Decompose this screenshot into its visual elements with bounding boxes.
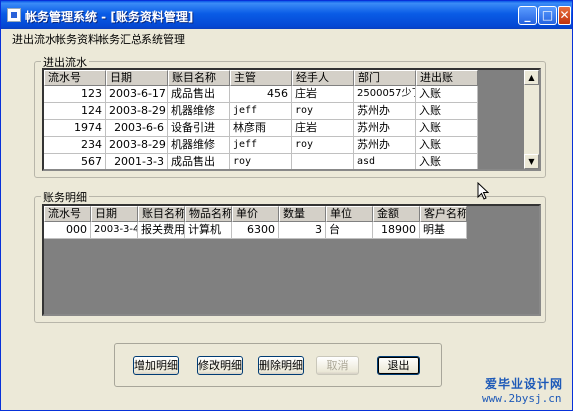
flow-row[interactable]: 123 2003-6-17 成品售出 456 庄岩 2500057少了2k 入账 (44, 86, 478, 103)
window-title: 帐务管理系统 - [账务资料管理] (25, 10, 194, 24)
cell[interactable]: 2003-6-17 (106, 86, 168, 103)
detail-col-header[interactable]: 物品名称 (185, 206, 232, 222)
cell[interactable]: 2500057少了2k (354, 86, 416, 103)
cell[interactable]: 456 (230, 86, 292, 103)
cell[interactable]: 庄岩 (292, 86, 354, 103)
cell[interactable]: 机器维修 (168, 137, 230, 154)
menu-bar: 进出流水 帐务资料 帐务汇总 系统管理 (2, 29, 571, 47)
detail-col-header[interactable]: 日期 (91, 206, 138, 222)
main-window: 帐务管理系统 - [账务资料管理] _ □ ✕ 进出流水 帐务资料 帐务汇总 系… (0, 0, 573, 411)
cell[interactable]: 3 (279, 222, 326, 239)
cancel-button[interactable]: 取消 (316, 356, 359, 375)
cell[interactable]: 000 (44, 222, 91, 239)
watermark-title: 爱毕业设计网 (485, 377, 564, 391)
cell[interactable]: 2003-3-4 (91, 222, 138, 239)
cell[interactable]: 1974 (44, 120, 106, 137)
cell[interactable]: 124 (44, 103, 106, 120)
cell[interactable]: 入账 (416, 154, 478, 169)
cell[interactable]: 苏州办 (354, 137, 416, 154)
detail-grid-header: 流水号 日期 账目名称 物品名称 单价 数量 单位 金额 客户名称 (44, 206, 467, 222)
flow-col-header[interactable]: 主管 (230, 70, 292, 86)
detail-col-header[interactable]: 客户名称 (420, 206, 467, 222)
cell[interactable]: 2003-8-29 (106, 103, 168, 120)
cell[interactable]: 2001-3-3 (106, 154, 168, 169)
cell[interactable]: 林彦雨 (230, 120, 292, 137)
cell[interactable]: roy (292, 137, 354, 154)
cell[interactable]: 入账 (416, 103, 478, 120)
cell[interactable]: 明基 (420, 222, 467, 239)
add-detail-button[interactable]: 增加明细 (133, 356, 179, 375)
cell[interactable]: 123 (44, 86, 106, 103)
cell[interactable]: roy (292, 103, 354, 120)
flow-col-header[interactable]: 部门 (354, 70, 416, 86)
watermark-url: www.2bysj.cn (482, 392, 562, 405)
cell[interactable]: 6300 (232, 222, 279, 239)
title-bar[interactable]: 帐务管理系统 - [账务资料管理] _ □ ✕ (1, 1, 572, 29)
cell[interactable]: 报关费用 (138, 222, 185, 239)
flow-col-header[interactable]: 账目名称 (168, 70, 230, 86)
flow-grid-header: 流水号 日期 账目名称 主管 经手人 部门 进出账 (44, 70, 478, 86)
close-button[interactable]: ✕ (558, 6, 571, 25)
cell[interactable]: 设备引进 (168, 120, 230, 137)
app-icon[interactable] (7, 8, 21, 22)
cell[interactable]: 成品售出 (168, 86, 230, 103)
flow-col-header[interactable]: 日期 (106, 70, 168, 86)
cell[interactable]: jeff (230, 103, 292, 120)
menu-account-data[interactable]: 帐务资料 (55, 31, 99, 47)
detail-col-header[interactable]: 金额 (373, 206, 420, 222)
flow-row[interactable]: 124 2003-8-29 机器维修 jeff roy 苏州办 入账 (44, 103, 478, 120)
detail-col-header[interactable]: 账目名称 (138, 206, 185, 222)
minimize-button[interactable]: _ (518, 6, 537, 25)
flow-grid[interactable]: 流水号 日期 账目名称 主管 经手人 部门 进出账 123 2003-6-17 … (42, 68, 541, 171)
cell[interactable]: 入账 (416, 137, 478, 154)
cell[interactable]: 入账 (416, 120, 478, 137)
flow-col-header[interactable]: 流水号 (44, 70, 106, 86)
cell[interactable]: 苏州办 (354, 103, 416, 120)
cursor-arrow-icon (477, 181, 490, 200)
exit-button[interactable]: 退出 (377, 356, 420, 375)
cell[interactable]: 2003-6-6 (106, 120, 168, 137)
detail-col-header[interactable]: 流水号 (44, 206, 91, 222)
detail-col-header[interactable]: 单价 (232, 206, 279, 222)
cell[interactable]: 成品售出 (168, 154, 230, 169)
cell[interactable]: 234 (44, 137, 106, 154)
cell[interactable]: 计算机 (185, 222, 232, 239)
cell[interactable]: 18900 (373, 222, 420, 239)
flow-vertical-scrollbar[interactable]: ▲ ▼ (524, 70, 539, 169)
scroll-down-arrow-icon[interactable]: ▼ (524, 154, 539, 169)
maximize-button[interactable]: □ (538, 6, 557, 25)
cell[interactable]: jeff (230, 137, 292, 154)
flow-row[interactable]: 567 2001-3-3 成品售出 roy asd 入账 (44, 154, 478, 169)
menu-account-summary[interactable]: 帐务汇总 (98, 31, 142, 47)
delete-detail-button[interactable]: 删除明细 (258, 356, 304, 375)
menu-flow[interactable]: 进出流水 (12, 31, 56, 47)
detail-col-header[interactable]: 单位 (326, 206, 373, 222)
menu-system-admin[interactable]: 系统管理 (141, 31, 185, 47)
cell[interactable]: 台 (326, 222, 373, 239)
cell[interactable]: 庄岩 (292, 120, 354, 137)
flow-col-header[interactable]: 进出账 (416, 70, 478, 86)
cell[interactable] (292, 154, 354, 169)
flow-row[interactable]: 234 2003-8-29 机器维修 jeff roy 苏州办 入账 (44, 137, 478, 154)
flow-row[interactable]: 1974 2003-6-6 设备引进 林彦雨 庄岩 苏州办 入账 (44, 120, 478, 137)
detail-col-header[interactable]: 数量 (279, 206, 326, 222)
detail-grid[interactable]: 流水号 日期 账目名称 物品名称 单价 数量 单位 金额 客户名称 000 20… (42, 204, 541, 316)
edit-detail-button[interactable]: 修改明细 (197, 356, 243, 375)
flow-col-header[interactable]: 经手人 (292, 70, 354, 86)
cell[interactable]: asd (354, 154, 416, 169)
cell[interactable]: 567 (44, 154, 106, 169)
detail-row[interactable]: 000 2003-3-4 报关费用 计算机 6300 3 台 18900 明基 (44, 222, 467, 239)
cell[interactable]: 入账 (416, 86, 478, 103)
detail-group-label: 账务明细 (41, 189, 89, 205)
scroll-up-arrow-icon[interactable]: ▲ (524, 70, 539, 85)
cell[interactable]: 机器维修 (168, 103, 230, 120)
cell[interactable]: 2003-8-29 (106, 137, 168, 154)
cell[interactable]: roy (230, 154, 292, 169)
cell[interactable]: 苏州办 (354, 120, 416, 137)
